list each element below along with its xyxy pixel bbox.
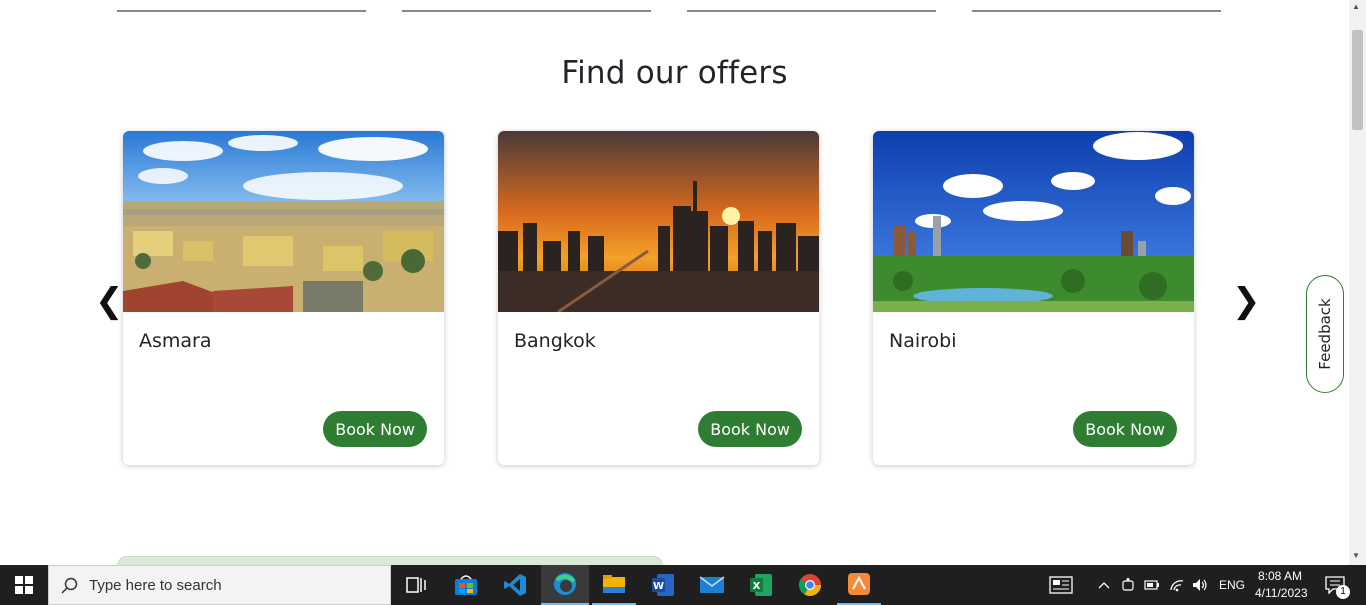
meet-now-icon[interactable] <box>1118 565 1138 605</box>
divider-line <box>687 10 936 12</box>
volume-icon[interactable] <box>1190 565 1210 605</box>
scroll-up-icon[interactable]: ▲ <box>1352 2 1360 11</box>
divider-line <box>402 10 651 12</box>
section-title: Find our offers <box>561 55 788 91</box>
taskbar-search-input[interactable]: Type here to search <box>48 565 391 605</box>
search-icon <box>61 577 78 594</box>
svg-text:W: W <box>653 581 664 592</box>
file-explorer-icon[interactable] <box>592 565 636 605</box>
windows-taskbar: Type here to search W X ENG 8:08 AM 4/11… <box>0 565 1366 605</box>
vs-code-icon[interactable] <box>495 565 535 605</box>
battery-icon[interactable] <box>1142 565 1162 605</box>
asmara-photo <box>123 131 444 312</box>
carousel-next-arrow[interactable]: ❯ <box>1232 284 1261 318</box>
offer-card-nairobi[interactable]: Nairobi Book Now <box>873 131 1194 465</box>
next-section-box <box>117 556 663 565</box>
windows-logo-icon <box>15 576 33 594</box>
book-now-button[interactable]: Book Now <box>698 411 802 447</box>
word-icon[interactable]: W <box>641 565 685 605</box>
offer-card-bangkok[interactable]: Bangkok Book Now <box>498 131 819 465</box>
web-page: Find our offers ❮ ❯ Asmara Book Now Bang… <box>0 0 1349 565</box>
divider-line <box>972 10 1221 12</box>
task-view-icon[interactable] <box>398 565 434 605</box>
notification-center-icon[interactable]: 1 <box>1320 565 1350 605</box>
show-hidden-icons-chevron-icon[interactable] <box>1094 565 1114 605</box>
chrome-icon[interactable] <box>788 565 832 605</box>
carousel-prev-arrow[interactable]: ❮ <box>95 284 124 318</box>
clock-date[interactable]: 4/11/2023 <box>1255 586 1308 600</box>
vertical-scrollbar[interactable]: ▲ ▼ <box>1349 0 1366 565</box>
card-city-name: Bangkok <box>514 330 596 352</box>
mail-icon[interactable] <box>690 565 734 605</box>
feedback-label: Feedback <box>1316 298 1334 370</box>
pinned-app-icon[interactable] <box>837 565 881 605</box>
card-city-name: Nairobi <box>889 330 957 352</box>
language-indicator[interactable]: ENG <box>1219 578 1245 592</box>
start-button[interactable] <box>0 565 48 605</box>
svg-text:X: X <box>753 581 761 592</box>
scroll-down-icon[interactable]: ▼ <box>1352 551 1360 560</box>
divider-line <box>117 10 366 12</box>
search-placeholder: Type here to search <box>89 577 222 594</box>
scrollbar-thumb[interactable] <box>1352 30 1363 130</box>
clock-time[interactable]: 8:08 AM <box>1258 569 1302 583</box>
book-now-button[interactable]: Book Now <box>1073 411 1177 447</box>
microsoft-store-icon[interactable] <box>446 565 486 605</box>
news-widget-icon[interactable] <box>1045 565 1077 605</box>
feedback-tab[interactable]: Feedback <box>1306 275 1344 393</box>
offer-card-asmara[interactable]: Asmara Book Now <box>123 131 444 465</box>
wifi-icon[interactable] <box>1166 565 1188 605</box>
notification-count-badge: 1 <box>1336 585 1350 599</box>
bangkok-photo <box>498 131 819 312</box>
nairobi-photo <box>873 131 1194 312</box>
edge-browser-icon[interactable] <box>541 565 589 605</box>
excel-icon[interactable]: X <box>739 565 783 605</box>
card-city-name: Asmara <box>139 330 212 352</box>
book-now-button[interactable]: Book Now <box>323 411 427 447</box>
